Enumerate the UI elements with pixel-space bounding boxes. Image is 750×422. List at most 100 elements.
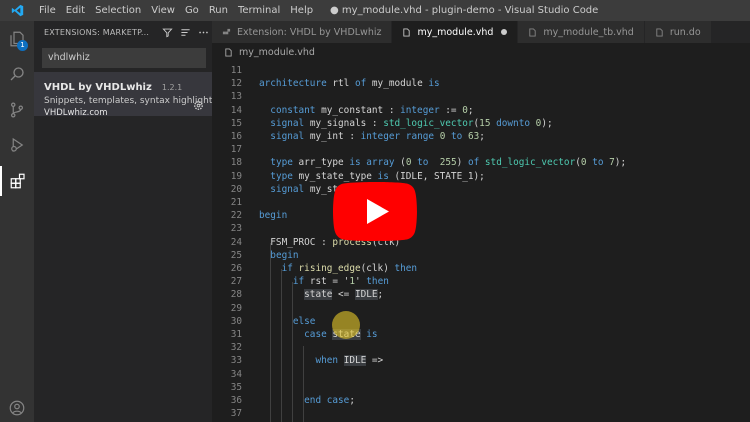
extension-tab-icon — [222, 28, 231, 34]
code-line[interactable]: 13 — [212, 90, 750, 103]
line-number: 26 — [230, 263, 242, 274]
line-number: 18 — [230, 157, 242, 169]
line-number: 21 — [230, 197, 242, 208]
line-number: 30 — [230, 315, 242, 327]
menu-selection[interactable]: Selection — [90, 0, 146, 21]
source-control-icon[interactable] — [0, 95, 34, 125]
extension-search-input[interactable]: vhdlwhiz — [42, 48, 206, 68]
code-line[interactable]: 14 constant my_constant : integer := 0; — [212, 104, 750, 117]
more-actions-icon[interactable] — [194, 23, 212, 41]
code-text: architecture rtl of my_module is — [259, 78, 440, 90]
code-line[interactable]: 22 begin — [212, 209, 750, 222]
code-line[interactable]: 17 — [212, 143, 750, 156]
activity-bar: 1 — [0, 21, 34, 422]
line-number: 14 — [230, 104, 242, 116]
code-line[interactable]: 36 end case; — [212, 394, 750, 407]
vscode-logo-icon — [0, 0, 34, 21]
line-number: 11 — [230, 65, 242, 76]
line-number: 16 — [230, 131, 242, 142]
search-icon[interactable] — [0, 59, 34, 89]
breadcrumb[interactable]: my_module.vhd — [212, 43, 315, 61]
tab-run-do[interactable]: run.do — [644, 21, 712, 43]
code-text: if rising_edge(clk) then — [281, 263, 418, 274]
unsaved-dot-icon[interactable] — [501, 29, 508, 35]
line-number: 29 — [230, 302, 242, 314]
menu-help[interactable]: Help — [285, 0, 318, 21]
code-line[interactable]: 28 state <= IDLE; — [212, 288, 750, 301]
account-icon[interactable] — [0, 393, 34, 422]
code-line[interactable]: 16 signal my_int : integer range 0 to 63… — [212, 130, 750, 143]
extension-version: 1.2.1 — [161, 83, 183, 92]
code-text: signal my_int : integer range 0 to 63; — [270, 131, 485, 142]
code-line[interactable]: 23 — [212, 222, 750, 235]
code-text: when IDLE => — [315, 355, 384, 367]
tab-label: my_module_tb.vhd — [543, 26, 634, 38]
line-number: 27 — [230, 276, 242, 288]
code-line[interactable]: 11 — [212, 64, 750, 77]
line-number: 33 — [230, 355, 242, 367]
code-line[interactable]: 20 signal my_st ... type; — [212, 183, 750, 196]
code-line[interactable]: 15 signal my_signals : std_logic_vector(… — [212, 117, 750, 130]
code-line[interactable]: 37 — [212, 407, 750, 420]
code-line[interactable]: 25 begin — [212, 249, 750, 262]
tab-my-module-tb[interactable]: my_module_tb.vhd — [518, 21, 645, 43]
line-number: 34 — [230, 368, 242, 380]
clear-results-icon[interactable] — [176, 23, 194, 41]
line-number: 35 — [230, 381, 242, 393]
sidebar-title: EXTENSIONS: MARKETP... — [44, 27, 150, 37]
code-line[interactable]: 21 — [212, 196, 750, 209]
code-line[interactable]: 33 when IDLE => — [212, 354, 750, 367]
code-line[interactable]: 24 FSM_PROC : process(clk) — [212, 236, 750, 249]
menu-terminal[interactable]: Terminal — [233, 0, 285, 21]
code-line[interactable]: 31 case state is — [212, 328, 750, 341]
line-number: 28 — [230, 289, 242, 301]
line-number: 19 — [230, 170, 242, 182]
gear-icon[interactable] — [193, 100, 204, 111]
code-text: end case; — [304, 395, 355, 406]
mouse-cursor-highlight — [332, 311, 360, 339]
code-text: constant my_constant : integer := 0; — [270, 104, 474, 116]
tab-label: run.do — [669, 26, 701, 38]
menu-view[interactable]: View — [146, 0, 180, 21]
code-line[interactable]: 18 type arr_type is array (0 to 255) of … — [212, 156, 750, 169]
code-text: state <= IDLE; — [304, 289, 384, 301]
youtube-play-icon[interactable] — [333, 182, 417, 241]
line-number: 12 — [230, 78, 242, 90]
menu-file[interactable]: File — [34, 0, 61, 21]
menu-edit[interactable]: Edit — [61, 0, 90, 21]
file-icon — [656, 27, 663, 37]
code-editor[interactable]: 11 12 architecture rtl of my_module is 13 14… — [212, 61, 750, 422]
code-line[interactable]: 35 — [212, 381, 750, 394]
code-line[interactable]: 32 — [212, 341, 750, 354]
extension-publisher: VHDLwhiz.com — [44, 108, 108, 118]
code-line[interactable]: 12 architecture rtl of my_module is — [212, 77, 750, 90]
menu-go[interactable]: Go — [180, 0, 204, 21]
file-icon — [225, 47, 232, 57]
code-text: begin — [270, 249, 299, 261]
explorer-icon[interactable]: 1 — [0, 24, 34, 54]
window-title: ● my_module.vhd - plugin-demo - Visual S… — [330, 5, 599, 16]
line-number: 37 — [230, 408, 242, 420]
tab-extension-details[interactable]: Extension: VHDL by VHDLwhiz — [212, 21, 393, 43]
line-number: 13 — [230, 91, 242, 103]
code-text: if rst = '1' then — [292, 276, 389, 288]
filter-icon[interactable] — [158, 23, 176, 41]
menu-run[interactable]: Run — [204, 0, 233, 21]
line-number: 17 — [230, 144, 242, 156]
extensions-sidebar: EXTENSIONS: MARKETP... vhdlwhiz VHDL by … — [34, 21, 220, 422]
code-line[interactable]: 19 type my_state_type is (IDLE, STATE_1)… — [212, 170, 750, 183]
code-line[interactable]: 27 if rst = '1' then — [212, 275, 750, 288]
code-text: type arr_type is array (0 to 255) of std… — [270, 157, 627, 169]
file-icon — [403, 27, 411, 37]
extension-list-item[interactable]: VHDL by VHDLwhiz 1.2.1 Snippets, templat… — [34, 72, 220, 118]
run-debug-icon[interactable] — [0, 130, 34, 160]
code-line[interactable]: 34 — [212, 368, 750, 381]
extensions-icon[interactable] — [0, 166, 34, 196]
code-line[interactable]: 26 if rising_edge(clk) then — [212, 262, 750, 275]
tab-my-module[interactable]: my_module.vhd — [392, 21, 519, 43]
extension-name: VHDL by VHDLwhiz — [44, 82, 152, 93]
line-number: 36 — [230, 395, 242, 406]
code-line[interactable]: 30 else — [212, 315, 750, 328]
line-number: 15 — [230, 117, 242, 129]
code-line[interactable]: 29 — [212, 302, 750, 315]
